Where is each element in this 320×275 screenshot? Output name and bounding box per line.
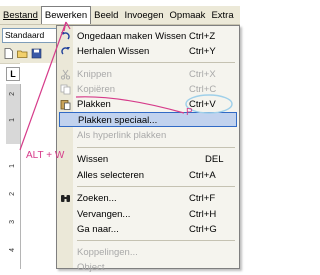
annotation-arrow-alt-w	[19, 21, 67, 151]
annotation-p-key: P	[186, 107, 193, 118]
annotation-overlay	[19, 21, 233, 151]
annotation-arrow-p	[75, 96, 185, 114]
annotation-alt-w: ALT + W	[26, 150, 65, 161]
